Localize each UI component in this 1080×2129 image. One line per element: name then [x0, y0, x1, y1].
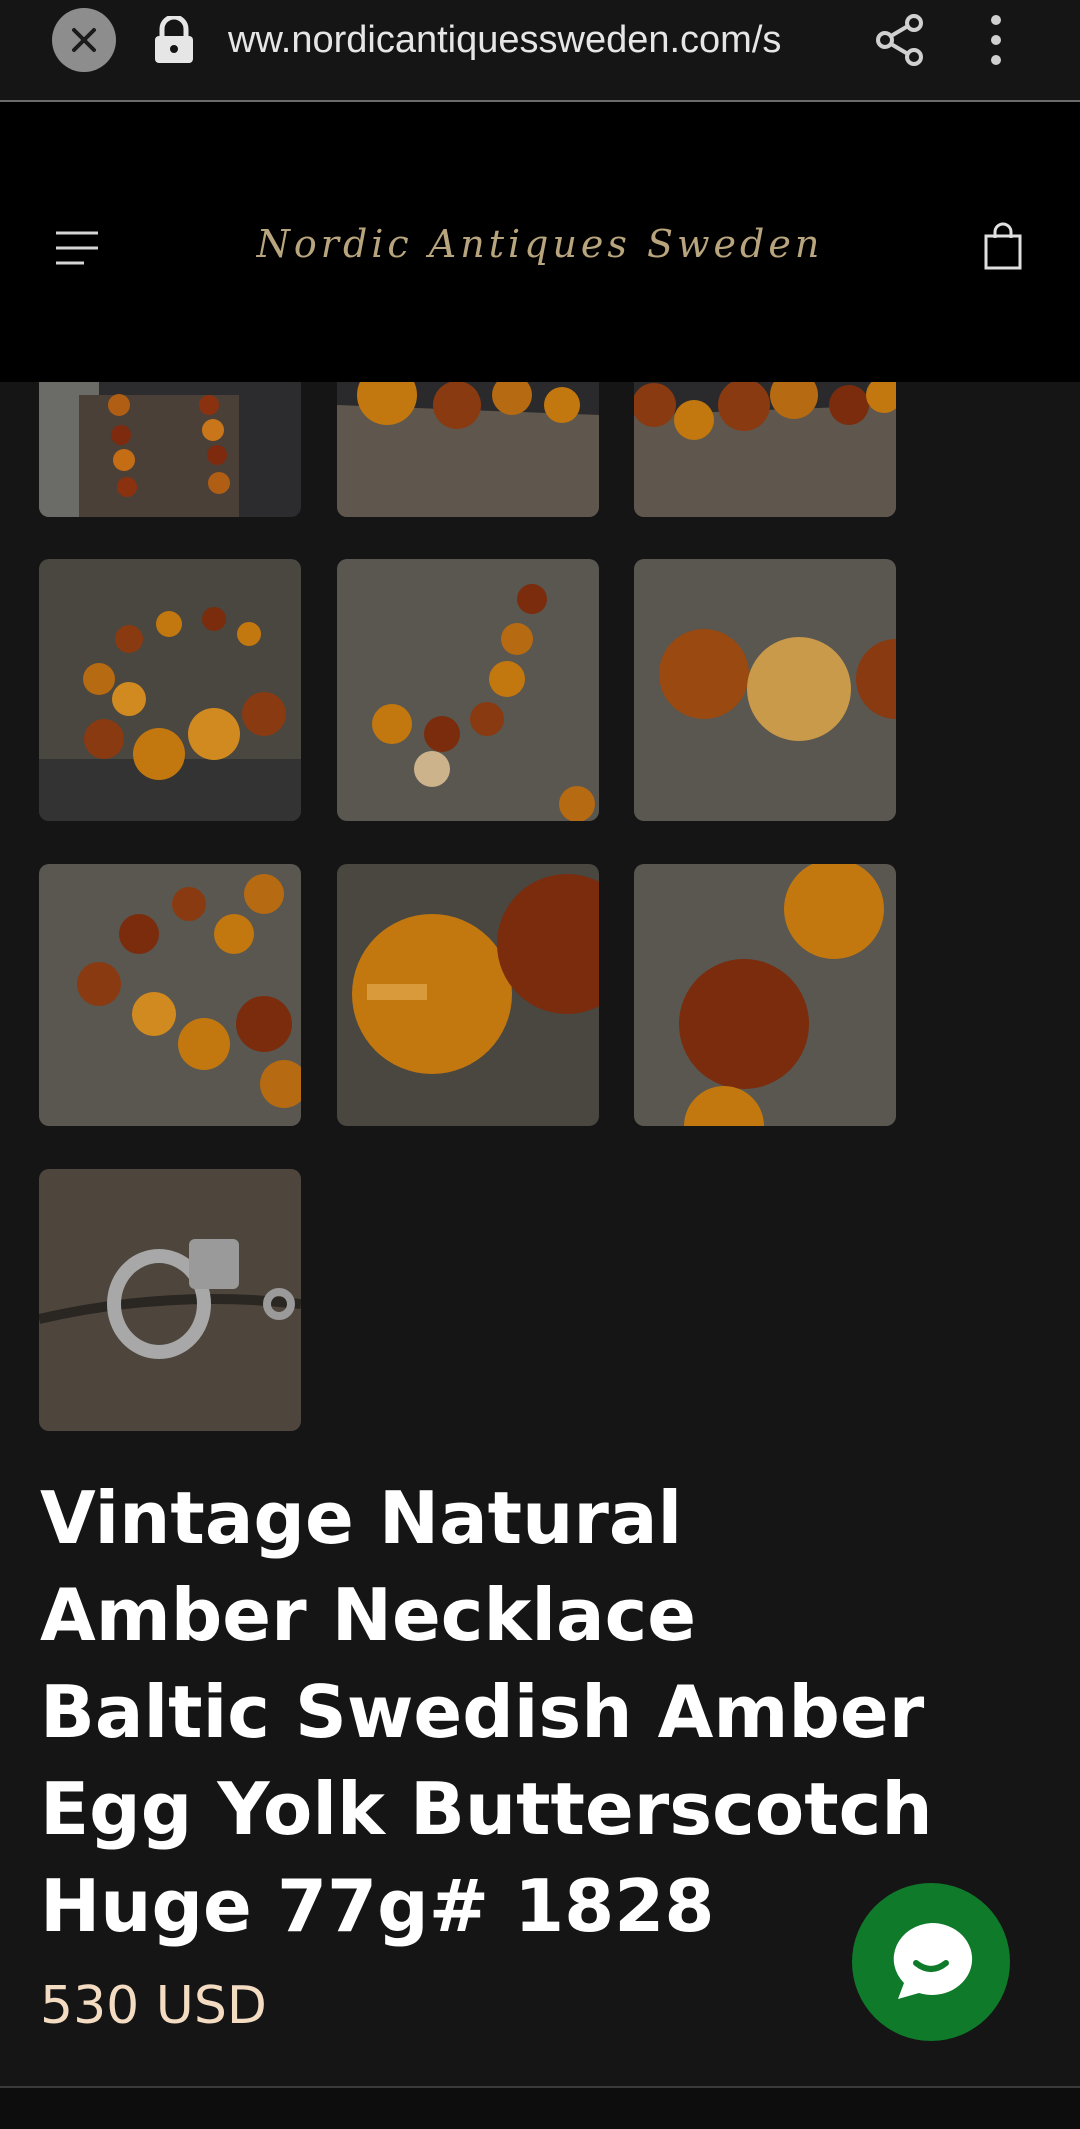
share-icon[interactable] [876, 14, 924, 66]
product-title: Vintage Natural Amber Necklace Baltic Sw… [40, 1476, 933, 1948]
thumbnail-image[interactable] [39, 559, 301, 821]
lock-icon [155, 16, 193, 63]
thumbnail-image[interactable] [39, 864, 301, 1126]
close-icon [72, 28, 96, 52]
thumbnail-image[interactable] [634, 559, 896, 821]
brand-logo[interactable]: Nordic Antiques Sweden [0, 222, 1080, 266]
thumbnail-image[interactable] [39, 1169, 301, 1431]
site-header-overlay: Nordic Antiques Sweden [0, 102, 1080, 382]
close-tab-button[interactable] [52, 8, 116, 72]
thumbnail-image[interactable] [337, 559, 599, 821]
thumbnail-image[interactable] [337, 864, 599, 1126]
browser-toolbar: ww.nordicantiquessweden.com/s [0, 0, 1080, 102]
bottom-area [0, 2088, 1080, 2129]
chat-button[interactable] [852, 1883, 1010, 2041]
product-price: 530 USD [40, 1976, 267, 2036]
thumbnail-image[interactable] [634, 864, 896, 1126]
address-bar[interactable]: ww.nordicantiquessweden.com/s [228, 10, 838, 70]
chat-bubble-icon [893, 1922, 973, 1999]
cart-bag-icon[interactable] [984, 222, 1022, 270]
more-options-icon[interactable] [980, 14, 1012, 66]
